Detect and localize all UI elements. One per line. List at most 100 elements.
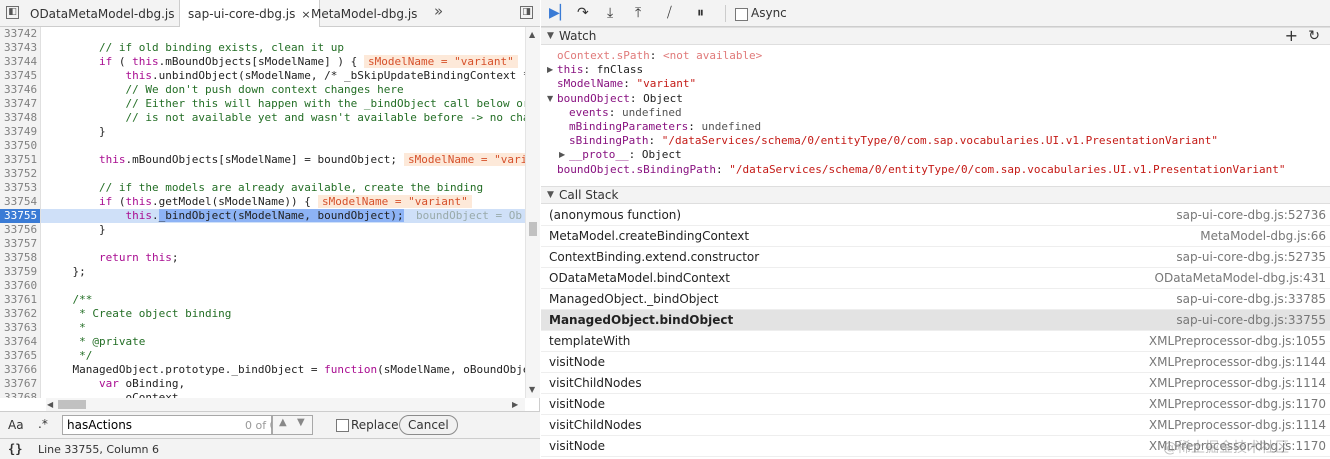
callstack-frame[interactable]: ManagedObject._bindObject sap-ui-core-dbg… (541, 289, 1330, 310)
callstack-frame[interactable]: ContextBinding.extend.constructor sap-ui-… (541, 247, 1330, 268)
code-line[interactable]: 33761 /** (0, 293, 540, 307)
line-number[interactable]: 33748 (0, 111, 41, 125)
line-number[interactable]: 33756 (0, 223, 41, 237)
frame-location[interactable]: XMLPreprocessor-dbg.js:1114 (1149, 373, 1326, 394)
line-number[interactable]: 33768 (0, 391, 41, 398)
line-number[interactable]: 33767 (0, 377, 41, 391)
line-number[interactable]: 33752 (0, 167, 41, 181)
code-line[interactable]: 33743 // if old binding exists, clean it… (0, 41, 540, 55)
editor-horizontal-scrollbar[interactable]: ◀ ▶ (46, 398, 525, 411)
callstack-frame[interactable]: visitNode XMLPreprocessor-dbg.js:1144 (541, 352, 1330, 373)
callstack-frame[interactable]: visitNode XMLPreprocessor-dbg.js:1170 (541, 394, 1330, 415)
pause-on-exceptions-icon[interactable]: ⏸ (697, 4, 704, 22)
watch-row[interactable]: this: fnClass (557, 63, 643, 77)
scroll-thumb[interactable] (58, 400, 86, 409)
code-line[interactable]: 33753 // if the models are already avail… (0, 181, 540, 195)
watch-header[interactable]: ▼ Watch + ↻ (541, 27, 1330, 45)
callstack-header[interactable]: ▼ Call Stack (541, 186, 1330, 204)
frame-location[interactable]: MetaModel-dbg.js:66 (1200, 226, 1326, 247)
toggle-debugger-sidebar-icon[interactable]: ◨ (520, 6, 533, 19)
callstack-frame[interactable]: templateWith XMLPreprocessor-dbg.js:1055 (541, 331, 1330, 352)
code-line[interactable]: 33755 this._bindObject(sModelName, bound… (0, 209, 540, 223)
code-line[interactable]: 33759 }; (0, 265, 540, 279)
line-number[interactable]: 33744 (0, 55, 41, 69)
refresh-watch-icon[interactable]: ↻ (1308, 28, 1320, 45)
step-over-icon[interactable]: ↷ (577, 4, 589, 22)
callstack-frame[interactable]: MetaModel.createBindingContext MetaModel-… (541, 226, 1330, 247)
step-into-icon[interactable]: ⤓ (607, 4, 613, 22)
code-line[interactable]: 33748 // is not available yet and wasn't… (0, 111, 540, 125)
code-line[interactable]: 33763 * (0, 321, 540, 335)
line-number[interactable]: 33766 (0, 363, 41, 377)
scroll-right-icon[interactable]: ▶ (512, 400, 518, 409)
tab-odatametamodel[interactable]: ODataMetaModel-dbg.js (22, 0, 183, 26)
watch-row[interactable]: mBindingParameters: undefined (569, 120, 761, 134)
callstack-frame[interactable]: visitChildNodes XMLPreprocessor-dbg.js:11… (541, 373, 1330, 394)
scroll-left-icon[interactable]: ◀ (47, 400, 53, 409)
line-number[interactable]: 33743 (0, 41, 41, 55)
code-line[interactable]: 33751 this.mBoundObjects[sModelName] = b… (0, 153, 540, 167)
scroll-thumb[interactable] (529, 222, 537, 236)
frame-location[interactable]: sap-ui-core-dbg.js:33755 (1176, 310, 1326, 331)
line-number[interactable]: 33755 (0, 209, 41, 223)
async-checkbox[interactable] (735, 8, 748, 21)
watch-row[interactable]: sBindingPath: "/dataServices/schema/0/en… (569, 134, 1218, 148)
editor-vertical-scrollbar[interactable]: ▲ ▼ (525, 27, 540, 398)
tab-sap-ui-core[interactable]: sap-ui-core-dbg.js × (179, 0, 320, 27)
line-number[interactable]: 33747 (0, 97, 41, 111)
frame-location[interactable]: XMLPreprocessor-dbg.js:1055 (1149, 331, 1326, 352)
frame-location[interactable]: sap-ui-core-dbg.js:52735 (1176, 247, 1326, 268)
code-line[interactable]: 33765 */ (0, 349, 540, 363)
watch-row[interactable]: boundObject.sBindingPath: "/dataServices… (557, 163, 1286, 177)
watch-row[interactable]: boundObject: Object (557, 92, 683, 106)
code-line[interactable]: 33746 // We don't push down context chan… (0, 83, 540, 97)
step-out-icon[interactable]: ⤒ (635, 4, 641, 22)
line-number[interactable]: 33742 (0, 27, 41, 41)
code-line[interactable]: 33767 var oBinding, (0, 377, 540, 391)
code-line[interactable]: 33752 (0, 167, 540, 181)
pretty-print-button[interactable]: {} (8, 442, 22, 456)
next-match-icon[interactable]: ▼ (297, 417, 305, 428)
line-number[interactable]: 33761 (0, 293, 41, 307)
line-number[interactable]: 33745 (0, 69, 41, 83)
line-number[interactable]: 33749 (0, 125, 41, 139)
line-number[interactable]: 33764 (0, 335, 41, 349)
code-line[interactable]: 33747 // Either this will happen with th… (0, 97, 540, 111)
line-number[interactable]: 33763 (0, 321, 41, 335)
line-number[interactable]: 33751 (0, 153, 41, 167)
code-line[interactable]: 33764 * @private (0, 335, 540, 349)
code-line[interactable]: 33749 } (0, 125, 540, 139)
frame-location[interactable]: XMLPreprocessor-dbg.js:1144 (1149, 352, 1326, 373)
scroll-down-icon[interactable]: ▼ (529, 385, 535, 394)
line-number[interactable]: 33762 (0, 307, 41, 321)
callstack-frame[interactable]: ManagedObject.bindObject sap-ui-core-dbg.… (541, 310, 1330, 331)
line-number[interactable]: 33758 (0, 251, 41, 265)
line-number[interactable]: 33753 (0, 181, 41, 195)
line-number[interactable]: 33760 (0, 279, 41, 293)
replace-checkbox[interactable] (336, 419, 349, 432)
line-number[interactable]: 33746 (0, 83, 41, 97)
more-tabs-icon[interactable]: » (434, 2, 443, 20)
deactivate-breakpoints-icon[interactable]: ⧸ (667, 4, 672, 22)
frame-location[interactable]: sap-ui-core-dbg.js:33785 (1176, 289, 1326, 310)
toggle-navigator-icon[interactable]: ◧ (6, 6, 19, 19)
expand-triangle-icon[interactable]: ▶ (547, 65, 553, 74)
watch-row[interactable]: sModelName: "variant" (557, 77, 696, 91)
frame-location[interactable]: XMLPreprocessor-dbg.js:1114 (1149, 415, 1326, 436)
code-line[interactable]: 33744 if ( this.mBoundObjects[sModelName… (0, 55, 540, 69)
add-watch-icon[interactable]: + (1285, 28, 1298, 44)
expand-triangle-icon[interactable]: ▶ (559, 150, 565, 159)
code-line[interactable]: 33742 (0, 27, 540, 41)
code-line[interactable]: 33762 * Create object binding (0, 307, 540, 321)
line-number[interactable]: 33759 (0, 265, 41, 279)
code-line[interactable]: 33760 (0, 279, 540, 293)
code-line[interactable]: 33745 this.unbindObject(sModelName, /* _… (0, 69, 540, 83)
scroll-up-icon[interactable]: ▲ (529, 30, 535, 39)
frame-location[interactable]: XMLPreprocessor-dbg.js:1170 (1149, 394, 1326, 415)
code-line[interactable]: 33756 } (0, 223, 540, 237)
line-number[interactable]: 33765 (0, 349, 41, 363)
regex-toggle[interactable]: .* (38, 417, 48, 431)
callstack-frame[interactable]: visitChildNodes XMLPreprocessor-dbg.js:11… (541, 415, 1330, 436)
callstack-frame[interactable]: ODataMetaModel.bindContext ODataMetaModel… (541, 268, 1330, 289)
line-number[interactable]: 33757 (0, 237, 41, 251)
